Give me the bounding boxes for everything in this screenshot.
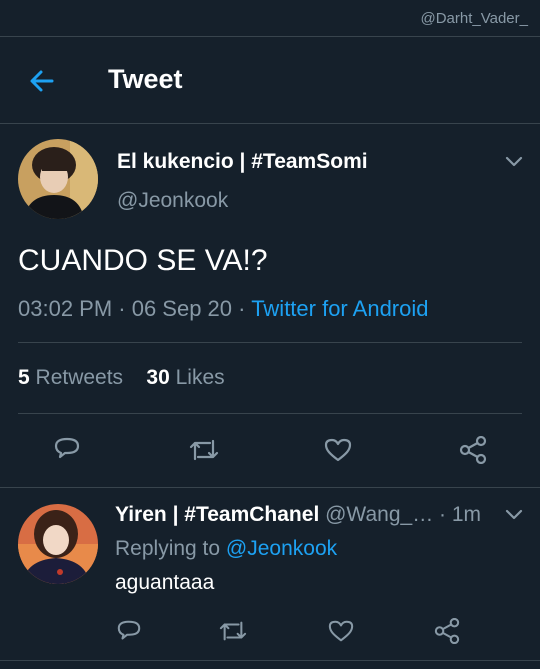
heart-icon [328,620,354,642]
reply-author-name[interactable]: Yiren | #TeamChanel [115,503,319,526]
avatar[interactable] [18,139,98,219]
retweets-stat[interactable]: 5 Retweets [18,366,123,389]
like-button[interactable] [324,436,352,464]
retweets-label: Retweets [29,366,124,389]
reply-text: aguantaaa [115,571,215,594]
divider [18,413,522,414]
retweet-button[interactable] [188,436,220,464]
reply-icon [54,437,80,459]
replying-mention-link[interactable]: @Jeonkook [226,537,337,560]
replying-prefix: Replying to [115,537,226,560]
author-name[interactable]: El kukencio | #TeamSomi [117,150,368,174]
author-handle[interactable]: @Jeonkook [117,189,228,213]
retweet-icon [219,621,247,641]
retweets-count: 5 [18,366,30,389]
reply-retweet-button[interactable] [218,618,248,644]
tweet-text: CUANDO SE VA!? [18,244,268,277]
share-icon [459,436,487,464]
likes-count: 30 [146,366,170,389]
reply-header: Yiren | #TeamChanel @Wang_… · 1m [115,503,481,527]
reply-time: · 1m [433,503,482,526]
reply-button[interactable] [53,435,81,463]
tweet-timestamp: 03:02 PM · 06 Sep 20 · [18,296,252,321]
reply-author-handle[interactable]: @Wang_… [319,503,433,526]
reply-icon [117,620,141,640]
tweet-meta: 03:02 PM · 06 Sep 20 · Twitter for Andro… [18,296,429,322]
tweet-stats: 5 Retweets 30 Likes [18,366,225,390]
reply-like-button[interactable] [328,618,354,644]
divider [0,487,540,488]
more-options-button[interactable] [504,155,524,169]
reply-reply-button[interactable] [116,618,142,644]
divider [0,660,540,661]
reply-share-button[interactable] [433,618,461,644]
heart-icon [324,438,352,462]
tweet-client-link[interactable]: Twitter for Android [251,296,428,321]
back-button[interactable] [26,65,58,97]
reply-more-options-button[interactable] [504,508,524,522]
watermark: @Darht_Vader_ [420,10,528,27]
replying-to: Replying to @Jeonkook [115,537,337,561]
likes-stat[interactable]: 30 Likes [146,366,224,389]
arrow-left-icon [30,70,54,92]
likes-label: Likes [169,366,225,389]
share-button[interactable] [458,436,488,464]
page-title: Tweet [108,64,183,94]
header-bar: Tweet [0,37,540,124]
retweet-icon [189,439,219,461]
divider [18,342,522,343]
share-icon [434,618,460,644]
avatar[interactable] [18,504,98,584]
chevron-down-icon [505,156,523,167]
chevron-down-icon [505,509,523,520]
